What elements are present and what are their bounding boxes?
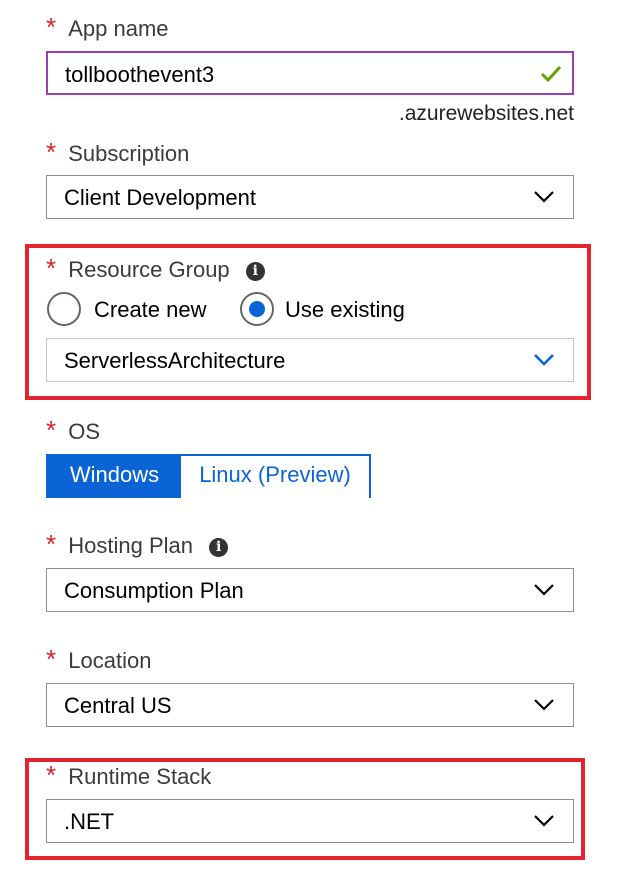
app-name-label-row: * App name <box>46 14 169 42</box>
hosting-plan-label: Hosting Plan <box>68 533 193 558</box>
hosting-plan-value: Consumption Plan <box>64 578 244 603</box>
subscription-select[interactable]: Client Development <box>46 175 574 219</box>
resource-group-select[interactable]: ServerlessArchitecture <box>46 338 574 382</box>
location-value: Central US <box>64 693 172 718</box>
location-label-row: * Location <box>46 646 151 674</box>
required-marker: * <box>46 137 57 167</box>
hosting-plan-label-row: * Hosting Plan i <box>46 529 229 559</box>
app-name-label: App name <box>68 16 169 41</box>
hosting-plan-select[interactable]: Consumption Plan <box>46 568 574 612</box>
chevron-down-icon[interactable] <box>533 698 555 712</box>
app-name-input[interactable]: tollboothevent3 <box>46 51 574 95</box>
runtime-stack-label-row: * Runtime Stack <box>46 762 211 790</box>
radio-use-existing[interactable] <box>240 292 274 326</box>
os-label-row: * OS <box>46 417 100 445</box>
info-icon[interactable]: i <box>245 262 265 281</box>
resource-group-label-row: * Resource Group i <box>46 255 265 283</box>
info-icon[interactable]: i <box>209 538 229 557</box>
subscription-value: Client Development <box>64 185 256 210</box>
os-label: OS <box>68 419 101 444</box>
os-windows-button[interactable]: Windows <box>48 456 181 498</box>
runtime-stack-select[interactable]: .NET <box>46 799 574 843</box>
resource-group-value: ServerlessArchitecture <box>64 348 286 373</box>
chevron-down-icon[interactable] <box>533 583 555 597</box>
runtime-stack-value: .NET <box>64 809 115 834</box>
os-toggle: Windows Linux (Preview) <box>46 454 371 498</box>
chevron-down-icon[interactable] <box>533 814 555 828</box>
location-label: Location <box>68 648 152 673</box>
runtime-stack-label: Runtime Stack <box>68 764 212 789</box>
radio-use-existing-label[interactable]: Use existing <box>285 297 405 323</box>
radio-create-new-label[interactable]: Create new <box>94 297 207 323</box>
chevron-down-icon[interactable] <box>533 353 555 367</box>
location-select[interactable]: Central US <box>46 683 574 727</box>
app-name-value: tollboothevent3 <box>65 62 215 87</box>
radio-create-new[interactable] <box>47 292 81 326</box>
required-marker: * <box>46 644 57 674</box>
required-marker: * <box>46 415 57 445</box>
app-name-suffix: .azurewebsites.net <box>398 102 574 125</box>
subscription-label-row: * Subscription <box>46 139 189 167</box>
subscription-label: Subscription <box>68 141 190 166</box>
required-marker: * <box>46 253 57 283</box>
chevron-down-icon[interactable] <box>533 190 555 204</box>
required-marker: * <box>46 529 57 559</box>
required-marker: * <box>46 760 57 790</box>
resource-group-label: Resource Group <box>68 257 230 282</box>
os-linux-button[interactable]: Linux (Preview) <box>181 456 369 498</box>
check-icon <box>540 65 562 83</box>
required-marker: * <box>46 12 57 42</box>
